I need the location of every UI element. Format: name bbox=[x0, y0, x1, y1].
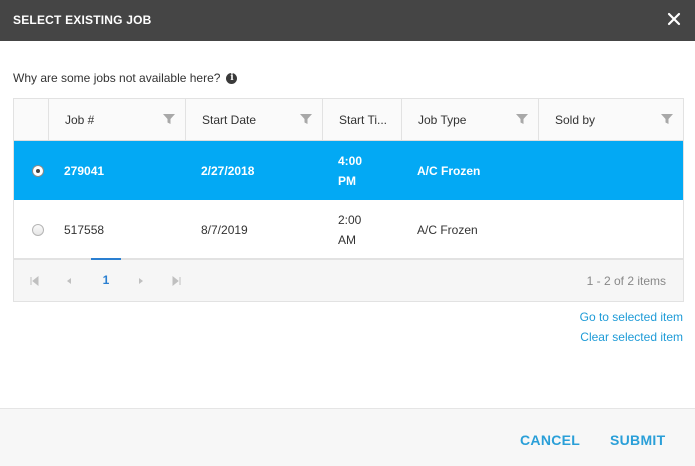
header-job-type[interactable]: Job Type bbox=[401, 99, 538, 140]
start-time-period: PM bbox=[338, 173, 356, 188]
dialog-titlebar: SELECT EXISTING JOB bbox=[0, 0, 695, 41]
header-select-cell bbox=[14, 99, 48, 140]
grid-pager: 1 1 - 2 of 2 items bbox=[14, 258, 683, 301]
go-to-selected-link[interactable]: Go to selected item bbox=[580, 310, 683, 324]
start-time-value: 2:00 bbox=[338, 212, 362, 227]
cell-job-number: 517558 bbox=[64, 222, 105, 237]
last-page-icon[interactable] bbox=[170, 274, 184, 288]
header-start-date[interactable]: Start Date bbox=[185, 99, 322, 140]
header-label: Job Type bbox=[418, 113, 467, 127]
cell-start-date: 8/7/2019 bbox=[201, 222, 248, 237]
cell-sold-by bbox=[538, 200, 683, 259]
cell-start-date: 2/27/2018 bbox=[201, 163, 255, 178]
next-page-icon[interactable] bbox=[134, 274, 148, 288]
submit-button[interactable]: SUBMIT bbox=[610, 432, 665, 448]
filter-icon[interactable] bbox=[661, 113, 673, 125]
cell-job-type: A/C Frozen bbox=[417, 163, 481, 178]
header-start-time[interactable]: Start Ti... bbox=[322, 99, 401, 140]
row-radio[interactable] bbox=[32, 224, 44, 236]
previous-page-icon[interactable] bbox=[62, 274, 76, 288]
clear-selected-link[interactable]: Clear selected item bbox=[580, 330, 683, 344]
close-icon[interactable] bbox=[663, 8, 685, 30]
filter-icon[interactable] bbox=[163, 113, 175, 125]
availability-info: Why are some jobs not available here? i bbox=[13, 71, 238, 85]
pager-info: 1 - 2 of 2 items bbox=[586, 274, 666, 288]
header-label: Start Ti... bbox=[339, 113, 388, 127]
grid-header: Job # Start Date Start Ti... Job Type So… bbox=[14, 99, 683, 141]
header-label: Job # bbox=[65, 113, 95, 127]
filter-icon[interactable] bbox=[300, 113, 312, 125]
current-page-indicator bbox=[91, 258, 121, 260]
cell-start-time: 4:00 PM bbox=[322, 141, 401, 200]
current-page-number[interactable]: 1 bbox=[98, 273, 114, 287]
cell-start-time: 2:00 AM bbox=[322, 200, 401, 259]
cell-job-type: A/C Frozen bbox=[417, 222, 478, 237]
dialog-footer: CANCEL SUBMIT bbox=[0, 408, 695, 466]
filter-icon[interactable] bbox=[516, 113, 528, 125]
jobs-grid: Job # Start Date Start Ti... Job Type So… bbox=[13, 98, 684, 302]
start-time-value: 4:00 bbox=[338, 153, 363, 168]
start-time-period: AM bbox=[338, 232, 356, 247]
cancel-button[interactable]: CANCEL bbox=[520, 432, 580, 448]
header-label: Sold by bbox=[555, 113, 596, 127]
cell-job-number: 279041 bbox=[64, 163, 105, 178]
table-row[interactable]: 279041 2/27/2018 4:00 PM A/C Frozen bbox=[14, 141, 683, 200]
availability-info-text: Why are some jobs not available here? bbox=[13, 71, 221, 85]
row-radio[interactable] bbox=[32, 165, 44, 177]
table-row[interactable]: 517558 8/7/2019 2:00 AM A/C Frozen bbox=[14, 200, 683, 259]
cell-sold-by bbox=[538, 141, 683, 200]
info-icon[interactable]: i bbox=[226, 72, 238, 84]
first-page-icon[interactable] bbox=[27, 274, 41, 288]
header-job-number[interactable]: Job # bbox=[48, 99, 185, 140]
header-sold-by[interactable]: Sold by bbox=[538, 99, 683, 140]
header-label: Start Date bbox=[202, 113, 257, 127]
dialog-title: SELECT EXISTING JOB bbox=[13, 13, 152, 27]
